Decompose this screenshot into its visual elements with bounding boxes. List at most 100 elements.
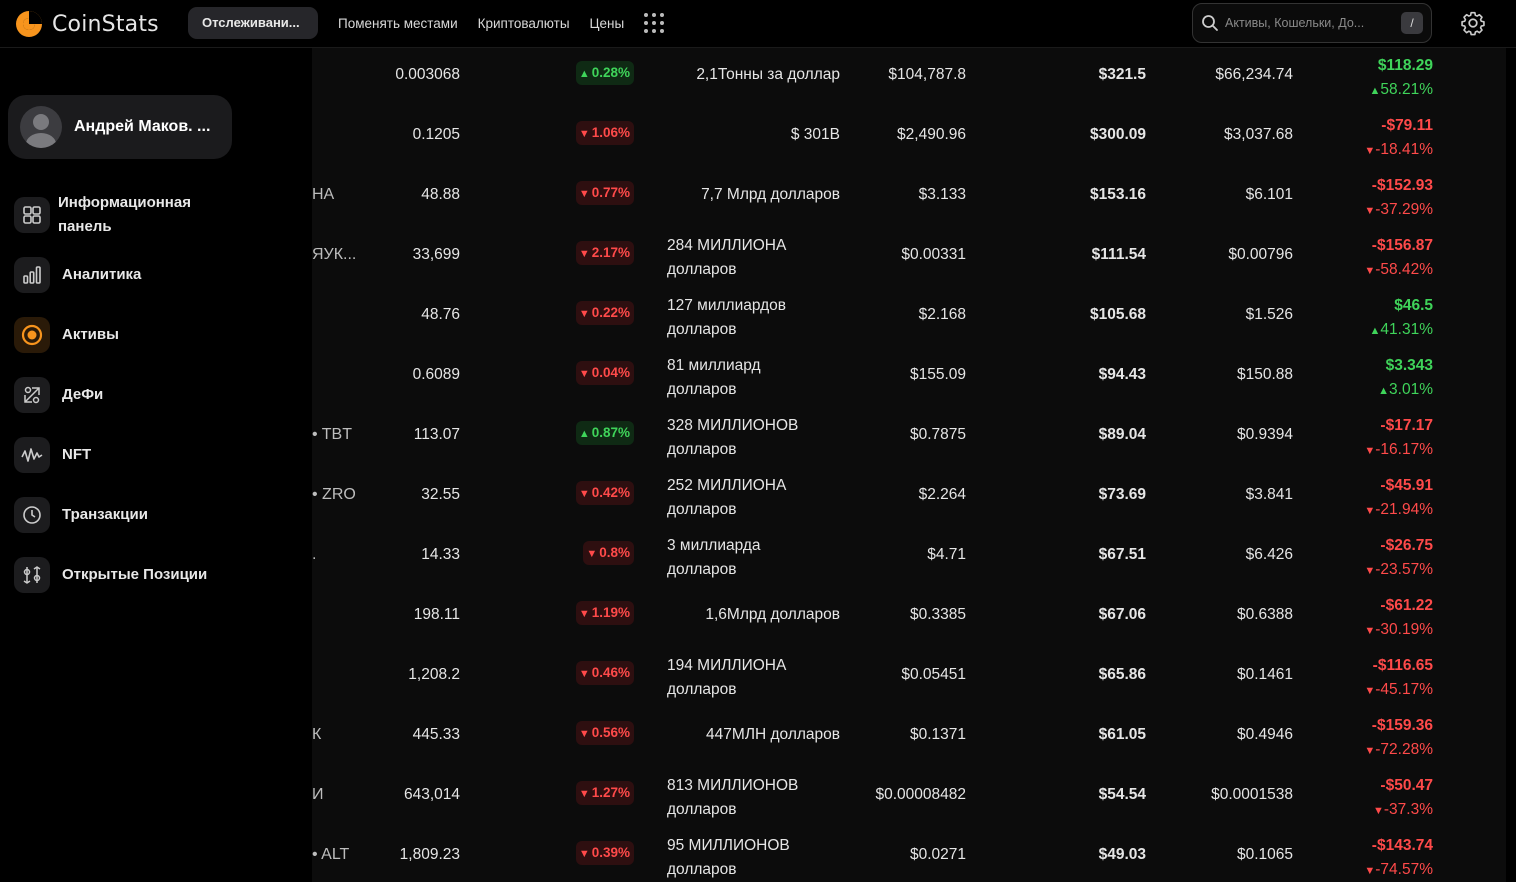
profit-loss-value: -$17.17: [1380, 417, 1433, 434]
profit-loss-value: $46.5: [1394, 297, 1433, 314]
profit-loss: -$61.22 ▼-30.19%: [1364, 594, 1433, 643]
asset-name: И: [312, 786, 324, 803]
profit-loss-percent-value: -58.42%: [1375, 261, 1433, 278]
holdings-value: $300.09: [1089, 126, 1146, 143]
market-cap-line: долларов: [667, 681, 737, 698]
triangle-down-icon: ▼: [1364, 505, 1376, 517]
coinstats-logo-icon: [16, 11, 42, 37]
profit-loss-percent-value: -74.57%: [1375, 861, 1433, 878]
table-row[interactable]: 48.76 ▼ 0.22% 127 миллиардов долларов $2.168 $…: [312, 286, 1506, 346]
asset-price: $4.71: [927, 546, 966, 563]
profit-loss-percent: ▲58.21%: [1370, 78, 1433, 103]
market-cap: 1,6Млрд долларов: [705, 606, 840, 624]
sidebar-item-transactions[interactable]: Транзакции: [14, 485, 304, 545]
table-row[interactable]: 0.6089 ▼ 0.04% 81 миллиард долларов $155.09 $9…: [312, 346, 1506, 406]
triangle-up-icon: ▲: [1378, 385, 1390, 397]
market-cap-line: 1,6Млрд долларов: [705, 606, 840, 623]
asset-amount: 0.003068: [395, 66, 460, 83]
change-24h-value: 2.17%: [591, 245, 630, 260]
search-input[interactable]: [1225, 16, 1395, 30]
change-24h-value: 0.42%: [591, 485, 630, 500]
sidebar-item-assets[interactable]: Активы: [14, 305, 304, 365]
profit-loss-percent: ▼-37.3%: [1373, 798, 1433, 823]
asset-amount: 0.6089: [412, 366, 460, 383]
profit-loss-value: $118.29: [1377, 57, 1433, 74]
table-row[interactable]: И 643,014 ▼ 1.27% 813 МИЛЛИОНОВ долларов $0.00…: [312, 766, 1506, 826]
table-row[interactable]: 1,208.2 ▼ 0.46% 194 МИЛЛИОНА долларов $0.0545…: [312, 646, 1506, 706]
asset-amount: 1,809.23: [399, 846, 460, 863]
nav-link-swap[interactable]: Поменять местами: [338, 16, 458, 31]
profit-loss-percent: ▼-16.17%: [1364, 438, 1433, 463]
table-row[interactable]: • ZRO 32.55 ▼ 0.42% 252 МИЛЛИОНА долларов $2.2…: [312, 466, 1506, 526]
sidebar-item-label: ДеФи: [62, 386, 104, 403]
sidebar-item-nft[interactable]: NFT: [14, 425, 304, 485]
sidebar-item-defi[interactable]: ДеФи: [14, 365, 304, 425]
profit-loss-percent-value: -21.94%: [1375, 501, 1433, 518]
nav-link-cryptocurrencies[interactable]: Криптовалюты: [478, 16, 570, 31]
change-24h-value: 0.39%: [591, 845, 630, 860]
profit-loss-percent-value: -23.57%: [1375, 561, 1433, 578]
profit-loss: -$116.65 ▼-45.17%: [1364, 654, 1433, 703]
holdings-value: $67.51: [1098, 546, 1146, 563]
profit-loss-percent-value: -37.29%: [1375, 201, 1433, 218]
profit-loss: -$26.75 ▼-23.57%: [1364, 534, 1433, 583]
table-row[interactable]: 0.1205 ▼ 1.06% $ 301B $2,490.96 $300.09 $3,037…: [312, 106, 1506, 166]
nav-link-prices[interactable]: Цены: [590, 16, 625, 31]
market-cap: 7,7 Млрд долларов: [701, 186, 840, 204]
table-row[interactable]: • ALT 1,809.23 ▼ 0.39% 95 МИЛЛИОНОВ долларов $…: [312, 826, 1506, 882]
market-cap: 2,1Тонны за доллар: [696, 66, 840, 84]
scrollbar[interactable]: [1506, 48, 1516, 882]
table-row[interactable]: . 14.33 ▼ 0.8% 3 миллиарда долларов $4.71 $67.5…: [312, 526, 1506, 586]
profit-loss: -$79.11 ▼-18.41%: [1364, 114, 1433, 163]
triangle-down-icon: ▼: [578, 128, 590, 140]
market-cap-line: 81 миллиард: [667, 357, 761, 374]
profit-loss-value: -$152.93: [1371, 177, 1433, 194]
table-row[interactable]: К 445.33 ▼ 0.56% 447МЛН долларов $0.1371 $61.0…: [312, 706, 1506, 766]
tab-tracking[interactable]: Отслеживани...: [188, 7, 318, 39]
more-apps-grid-icon[interactable]: [644, 13, 665, 33]
sidebar-item-analytics[interactable]: Аналитика: [14, 245, 304, 305]
table-row[interactable]: 198.11 ▼ 1.19% 1,6Млрд долларов $0.3385 $67.0…: [312, 586, 1506, 646]
table-row[interactable]: НА 48.88 ▼ 0.77% 7,7 Млрд долларов $3.133 $153…: [312, 166, 1506, 226]
change-24h-badge: ▼ 0.56%: [575, 721, 634, 745]
asset-price: $2.168: [918, 306, 966, 323]
holdings-value: $153.16: [1089, 186, 1146, 203]
search-shortcut-badge: /: [1401, 12, 1423, 34]
triangle-down-icon: ▼: [1364, 145, 1376, 157]
sidebar-item-dashboard[interactable]: Информационная панель: [14, 185, 304, 245]
market-cap-line: долларов: [667, 861, 737, 878]
holdings-value: $321.5: [1098, 66, 1146, 83]
sidebar-item-open-positions[interactable]: Открытые Позиции: [14, 545, 304, 605]
profit-loss-percent: ▼-23.57%: [1364, 558, 1433, 583]
profit-loss-percent: ▼-58.42%: [1364, 258, 1433, 283]
market-cap: 3 миллиарда долларов: [667, 534, 761, 582]
table-row[interactable]: 0.003068 ▲ 0.28% 2,1Тонны за доллар $104,787…: [312, 48, 1506, 106]
change-24h-value: 0.77%: [591, 185, 630, 200]
search-box[interactable]: /: [1192, 3, 1432, 43]
profit-loss: -$17.17 ▼-16.17%: [1364, 414, 1433, 463]
profit-loss-value: -$79.11: [1381, 117, 1433, 134]
profit-loss-percent: ▼-72.28%: [1364, 738, 1433, 763]
change-24h-badge: ▼ 0.39%: [575, 841, 634, 865]
coinstats-logo[interactable]: CoinStats: [14, 9, 159, 39]
market-cap-line: 95 МИЛЛИОНОВ: [667, 837, 790, 854]
gear-icon[interactable]: [1460, 10, 1486, 36]
profit-loss-value: -$143.74: [1371, 837, 1433, 854]
change-24h-badge: ▼ 0.22%: [575, 301, 634, 325]
change-24h-badge: ▼ 0.04%: [575, 361, 634, 385]
profit-loss-percent: ▲3.01%: [1378, 378, 1433, 403]
change-24h-badge: ▲ 0.28%: [575, 61, 634, 85]
asset-amount: 1,208.2: [408, 666, 460, 683]
profit-loss-value: -$159.36: [1371, 717, 1433, 734]
profit-loss-value: -$61.22: [1380, 597, 1433, 614]
market-cap: 127 миллиардов долларов: [667, 294, 786, 342]
market-cap-line: долларов: [667, 501, 737, 518]
triangle-down-icon: ▼: [578, 308, 590, 320]
defi-icon: [14, 377, 50, 413]
asset-name: • ZRO: [312, 486, 356, 503]
market-cap-line: 252 МИЛЛИОНА: [667, 477, 787, 494]
asset-amount: 445.33: [412, 726, 460, 743]
user-profile-button[interactable]: Андрей Маков. ...: [8, 95, 232, 159]
table-row[interactable]: ЯУК... 33,699 ▼ 2.17% 284 МИЛЛИОНА долларов $0…: [312, 226, 1506, 286]
table-row[interactable]: • TBT 113.07 ▲ 0.87% 328 МИЛЛИОНОВ долларов $0…: [312, 406, 1506, 466]
